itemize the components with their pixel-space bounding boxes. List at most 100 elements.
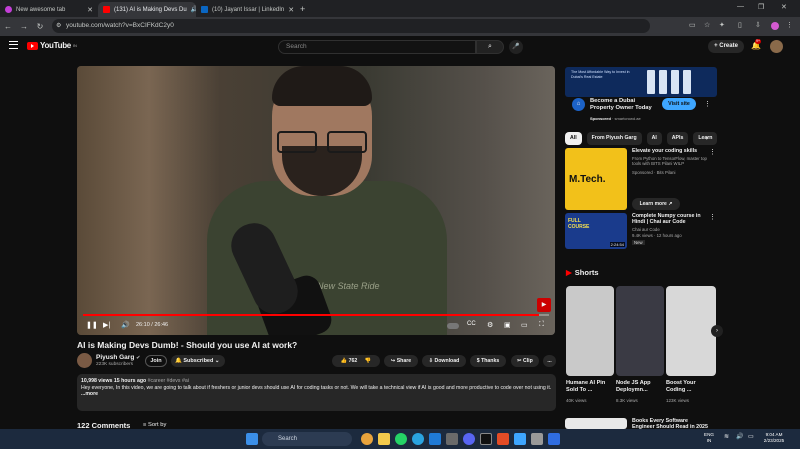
- chip-all[interactable]: All: [565, 132, 582, 145]
- next-icon[interactable]: ▶|: [103, 321, 110, 329]
- visit-site-button[interactable]: Visit site: [662, 98, 696, 110]
- notion-icon[interactable]: [480, 433, 492, 445]
- vscode-icon[interactable]: [429, 433, 441, 445]
- rec-thumbnail[interactable]: FULL COURSE 2:24:54: [565, 213, 627, 249]
- voice-search-icon[interactable]: 🎤: [509, 40, 523, 54]
- more-actions-button[interactable]: ...: [543, 355, 556, 367]
- sponsored-ad[interactable]: The Most Affordable Way to Invest in Dub…: [565, 67, 717, 125]
- browser-tab-new[interactable]: New awesome tab ✕: [0, 2, 98, 17]
- progress-bar[interactable]: [83, 314, 549, 316]
- url-field[interactable]: ⚙ youtube.com/watch?v=BxCIFKdC2y0: [52, 19, 650, 33]
- forward-icon[interactable]: →: [16, 22, 32, 31]
- teams-icon[interactable]: [548, 433, 560, 445]
- short-title[interactable]: Humane AI Pin Sold To ...: [566, 380, 614, 394]
- profile-avatar[interactable]: [771, 22, 779, 30]
- description-box[interactable]: 10,998 views 15 hours ago #career #devs …: [77, 374, 556, 411]
- close-icon[interactable]: ✕: [288, 6, 294, 14]
- maximize-icon[interactable]: ❐: [758, 3, 764, 11]
- app-icon[interactable]: [497, 433, 509, 445]
- app-icon[interactable]: [531, 433, 543, 445]
- rec-menu-icon[interactable]: ⋮: [709, 148, 716, 156]
- terminal-icon[interactable]: [446, 433, 458, 445]
- rec-thumbnail[interactable]: M.Tech.: [565, 148, 627, 210]
- sort-by-button[interactable]: ≡ Sort by: [143, 422, 166, 428]
- downloads-icon[interactable]: ⇩: [755, 21, 761, 29]
- minimize-icon[interactable]: —: [737, 3, 744, 10]
- ad-banner[interactable]: The Most Affordable Way to Invest in Dub…: [565, 67, 717, 97]
- cast-icon[interactable]: ▭: [689, 21, 696, 29]
- short-title[interactable]: Boost Your Coding ...: [666, 380, 714, 394]
- short-thumbnail[interactable]: [566, 286, 614, 376]
- fullscreen-icon[interactable]: ⛶: [539, 321, 544, 329]
- back-icon[interactable]: ←: [0, 22, 16, 31]
- subscribed-button[interactable]: 🔔 Subscribed ⌄: [171, 355, 225, 367]
- theater-mode-icon[interactable]: ▭: [521, 321, 528, 329]
- discord-icon[interactable]: [463, 433, 475, 445]
- site-info-icon[interactable]: ⚙: [56, 19, 61, 33]
- window-close-icon[interactable]: ✕: [781, 3, 787, 11]
- close-icon[interactable]: ✕: [87, 6, 93, 14]
- like-button[interactable]: 👍 762: [341, 358, 358, 364]
- wifi-icon[interactable]: ≋: [724, 434, 729, 440]
- file-explorer-icon[interactable]: [378, 433, 390, 445]
- short-title[interactable]: Node JS App Deploymn...: [616, 380, 664, 394]
- ad-menu-icon[interactable]: ⋮: [704, 100, 711, 108]
- recommendation-video[interactable]: FULL COURSE 2:24:54 Complete Numpy cours…: [565, 213, 717, 253]
- bookmark-star-icon[interactable]: ☆: [704, 21, 710, 29]
- browser-tab-linkedin[interactable]: (10) Jayant Issar | LinkedIn ✕: [196, 2, 294, 17]
- dislike-icon[interactable]: 👎: [365, 358, 371, 364]
- volume-tray-icon[interactable]: 🔊: [736, 434, 743, 440]
- pause-icon[interactable]: ❚❚: [86, 321, 98, 329]
- browser-tab-youtube[interactable]: (131) AI is Making Devs Du 🔊 ✕: [98, 2, 196, 17]
- notifications-bell-icon[interactable]: 🔔 9+: [751, 39, 761, 50]
- channel-avatar[interactable]: [77, 353, 92, 368]
- short-thumbnail[interactable]: [616, 286, 664, 376]
- settings-gear-icon[interactable]: ⚙: [487, 321, 493, 329]
- channel-name[interactable]: Piyush Garg ✔: [96, 354, 140, 361]
- search-icon[interactable]: ⌕: [476, 40, 504, 54]
- sidepanel-icon[interactable]: ▯: [738, 21, 742, 29]
- channel-watermark-icon[interactable]: ▶: [537, 298, 551, 312]
- rec-menu-icon[interactable]: ⋮: [709, 213, 716, 221]
- telegram-icon[interactable]: [412, 433, 424, 445]
- short-thumbnail[interactable]: [666, 286, 716, 376]
- create-button[interactable]: + Create: [708, 40, 744, 53]
- battery-icon[interactable]: ▭: [748, 434, 754, 440]
- extensions-icon[interactable]: ✦: [719, 21, 725, 29]
- captions-icon[interactable]: CC: [467, 321, 476, 327]
- chrome-icon[interactable]: [361, 433, 373, 445]
- join-button[interactable]: Join: [145, 355, 167, 367]
- show-more-link[interactable]: ...more: [81, 391, 552, 398]
- copilot-icon[interactable]: [514, 433, 526, 445]
- clock[interactable]: 9:04 AM 2/23/2025: [760, 432, 788, 444]
- recommendation-video[interactable]: Books Every Software Engineer Should Rea…: [565, 418, 717, 429]
- windows-start-icon[interactable]: [246, 433, 258, 445]
- youtube-logo[interactable]: YouTube IN: [27, 41, 77, 50]
- new-tab-button[interactable]: +: [294, 2, 311, 17]
- learn-more-button[interactable]: Learn more ↗: [632, 198, 680, 210]
- video-player[interactable]: New State Ride ▶ ❚❚ ▶| 🔊 26:10 / 26:46 C…: [77, 66, 555, 335]
- shorts-next-icon[interactable]: ›: [711, 325, 723, 337]
- recommendation-ad[interactable]: M.Tech. Elevate your coding skills From …: [565, 148, 717, 212]
- hamburger-menu-icon[interactable]: [9, 41, 18, 49]
- download-button[interactable]: ⇩ Download: [422, 355, 466, 367]
- clip-button[interactable]: ✂ Clip: [511, 355, 539, 367]
- search-input[interactable]: Search: [278, 40, 476, 54]
- whatsapp-icon[interactable]: [395, 433, 407, 445]
- chrome-menu-icon[interactable]: ⋮: [786, 21, 793, 29]
- video-tags[interactable]: #career #devs #ai: [148, 378, 189, 384]
- chip-ai[interactable]: AI: [646, 132, 662, 145]
- taskbar-search[interactable]: Search: [262, 432, 352, 446]
- language-indicator[interactable]: ENG IN: [704, 432, 714, 444]
- chip-from-channel[interactable]: From Piyush Garg: [586, 132, 642, 145]
- rec-thumbnail[interactable]: [565, 418, 627, 429]
- chips-next-icon[interactable]: ›: [706, 135, 708, 142]
- volume-icon[interactable]: 🔊: [121, 321, 130, 329]
- reload-icon[interactable]: ↻: [32, 22, 48, 31]
- thanks-button[interactable]: $ Thanks: [470, 355, 506, 367]
- account-avatar[interactable]: [770, 40, 783, 53]
- autoplay-toggle[interactable]: [447, 323, 459, 329]
- miniplayer-icon[interactable]: ▣: [504, 321, 511, 329]
- chip-apis[interactable]: APIs: [666, 132, 689, 145]
- share-button[interactable]: ↪ Share: [384, 355, 418, 367]
